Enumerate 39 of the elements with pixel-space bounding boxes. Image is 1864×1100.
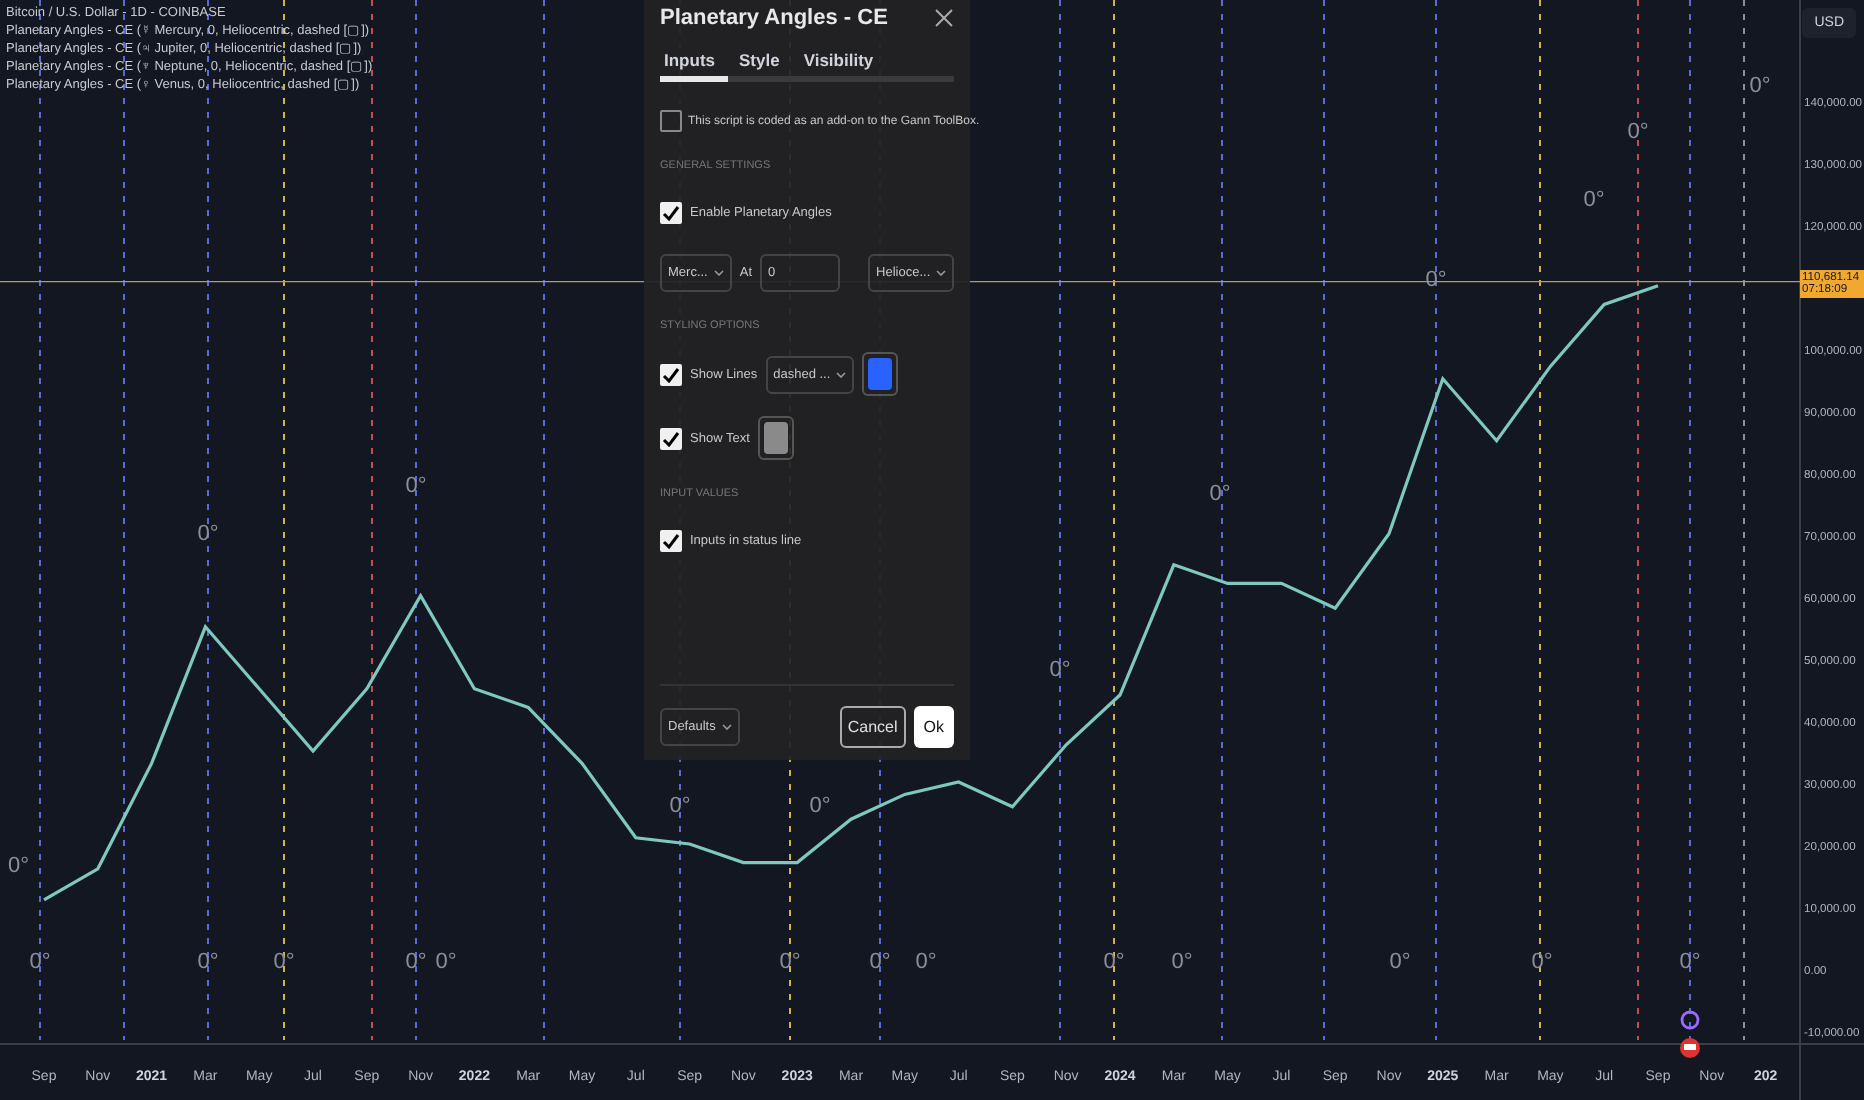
- angle-label: 0°: [1209, 482, 1231, 506]
- ok-button[interactable]: Ok: [913, 706, 954, 748]
- angle-label: 0°: [915, 950, 937, 974]
- caret-icon: [836, 371, 847, 377]
- angle-label: 0°: [435, 950, 457, 974]
- angle-label: 0°: [869, 950, 891, 974]
- angle-label: 0°: [8, 854, 30, 878]
- dialog-title: Planetary Angles - CE: [660, 6, 888, 30]
- angle-label: 0°: [197, 522, 219, 546]
- angle-label: 0°: [1049, 658, 1071, 682]
- angle-label: 0°: [1679, 950, 1701, 974]
- cancel-button[interactable]: Cancel: [839, 706, 906, 748]
- angle-label: 0°: [1531, 950, 1553, 974]
- angle-label: 0°: [29, 950, 51, 974]
- tab[interactable]: Inputs: [660, 50, 727, 82]
- angle-label: 0°: [405, 474, 427, 498]
- tab[interactable]: Style: [735, 50, 792, 82]
- checkbox[interactable]: [660, 110, 682, 132]
- caret-icon: [936, 269, 947, 275]
- caret-icon: [713, 269, 724, 275]
- angle-label: 0°: [1103, 950, 1125, 974]
- angle-label: 0°: [669, 794, 691, 818]
- event-icon: [1680, 1010, 1700, 1030]
- angle-label: 0°: [809, 794, 831, 818]
- caret-icon: [721, 724, 732, 730]
- angle-label: 0°: [405, 950, 427, 974]
- angle-label: 0°: [273, 950, 295, 974]
- alert-icon: [1680, 1038, 1700, 1058]
- tab[interactable]: Visibility: [799, 50, 886, 82]
- angle-label: 0°: [1389, 950, 1411, 974]
- angle-label: 0°: [1583, 188, 1605, 212]
- color-swatch[interactable]: [757, 416, 794, 460]
- angle-label: 0°: [1627, 120, 1649, 144]
- angle-label: 0°: [779, 950, 801, 974]
- angle-label: 0°: [1171, 950, 1193, 974]
- angle-label: 0°: [1749, 74, 1771, 98]
- close-icon[interactable]: [934, 8, 954, 28]
- color-swatch[interactable]: [862, 352, 899, 396]
- angle-label: 0°: [197, 950, 219, 974]
